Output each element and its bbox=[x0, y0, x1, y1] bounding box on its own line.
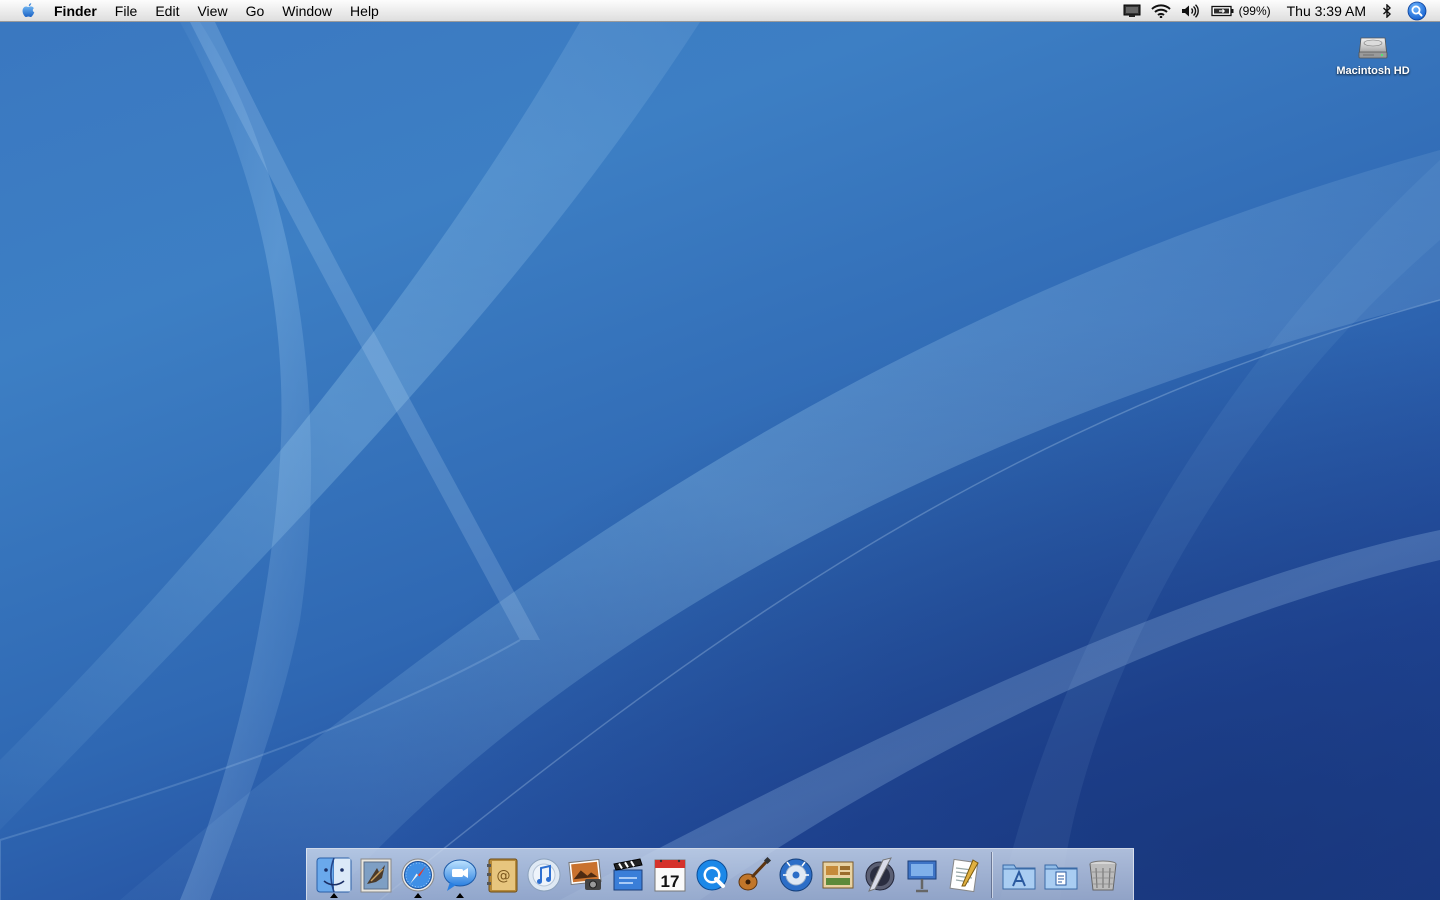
applications-folder-icon bbox=[1002, 864, 1036, 889]
dock-item-pages[interactable] bbox=[943, 852, 985, 898]
itunes-icon bbox=[527, 858, 561, 891]
quicktime-icon bbox=[696, 859, 728, 890]
menu-go[interactable]: Go bbox=[237, 0, 274, 22]
garageband-icon bbox=[738, 856, 772, 890]
imovie-icon bbox=[613, 857, 643, 890]
iweb-icon bbox=[822, 861, 854, 888]
desktop-icon-macintosh-hd[interactable]: Macintosh HD bbox=[1330, 28, 1416, 77]
trash-icon bbox=[1089, 860, 1117, 890]
documents-folder-icon bbox=[1044, 864, 1078, 889]
dock-item-finder[interactable] bbox=[313, 852, 355, 898]
dock-item-iweb[interactable] bbox=[817, 852, 859, 898]
dock-item-garageband[interactable] bbox=[733, 852, 775, 898]
dock-item-ichat[interactable] bbox=[439, 852, 481, 898]
wifi-icon[interactable] bbox=[1146, 0, 1176, 22]
dock-item-idvd[interactable] bbox=[775, 852, 817, 898]
desktop: Finder File Edit View Go Window Help (99… bbox=[0, 0, 1440, 900]
volume-icon[interactable] bbox=[1176, 0, 1206, 22]
menu-window[interactable]: Window bbox=[273, 0, 341, 22]
ical-date: 17 bbox=[661, 872, 680, 891]
ichat-icon bbox=[443, 859, 477, 891]
menu-edit[interactable]: Edit bbox=[146, 0, 188, 22]
address-book-icon: @ bbox=[487, 858, 518, 892]
dock-item-quicktime[interactable] bbox=[691, 852, 733, 898]
bluetooth-icon[interactable] bbox=[1377, 0, 1397, 22]
menu-clock[interactable]: Thu 3:39 AM bbox=[1275, 3, 1377, 19]
desktop-icon-label: Macintosh HD bbox=[1336, 65, 1410, 77]
dock-item-keynote[interactable] bbox=[901, 852, 943, 898]
mail-icon bbox=[360, 858, 392, 892]
battery-percentage[interactable]: (99%) bbox=[1237, 4, 1275, 18]
running-indicator bbox=[330, 892, 338, 898]
dock-item-ical[interactable]: 17 bbox=[649, 852, 691, 898]
dock-item-address-book[interactable]: @ bbox=[481, 852, 523, 898]
menu-bar: Finder File Edit View Go Window Help (99… bbox=[0, 0, 1440, 22]
hard-drive-icon bbox=[1358, 37, 1388, 59]
idvd-icon bbox=[779, 858, 813, 891]
dock-item-safari[interactable] bbox=[397, 852, 439, 898]
menu-app-finder[interactable]: Finder bbox=[48, 0, 106, 22]
keynote-icon bbox=[907, 860, 937, 892]
dock: @ 17 bbox=[306, 848, 1134, 900]
running-indicator bbox=[456, 892, 464, 898]
dock-item-aperture[interactable] bbox=[859, 852, 901, 898]
dock-item-trash[interactable] bbox=[1082, 852, 1124, 898]
iphoto-icon bbox=[568, 858, 602, 890]
battery-icon[interactable] bbox=[1206, 0, 1237, 22]
dock-item-applications[interactable] bbox=[998, 852, 1040, 898]
safari-icon bbox=[401, 858, 435, 891]
dock-item-documents[interactable] bbox=[1040, 852, 1082, 898]
dock-item-imovie[interactable] bbox=[607, 852, 649, 898]
menu-file[interactable]: File bbox=[106, 0, 147, 22]
display-mirroring-icon[interactable] bbox=[1118, 0, 1146, 22]
dock-separator bbox=[991, 851, 992, 898]
finder-icon bbox=[316, 857, 352, 892]
dock-item-iphoto[interactable] bbox=[565, 852, 607, 898]
wallpaper bbox=[0, 0, 1440, 900]
menu-help[interactable]: Help bbox=[341, 0, 388, 22]
running-indicator bbox=[414, 892, 422, 898]
svg-text:@: @ bbox=[497, 868, 511, 884]
apple-icon[interactable] bbox=[8, 0, 48, 22]
spotlight-icon[interactable] bbox=[1397, 0, 1432, 22]
dock-item-itunes[interactable] bbox=[523, 852, 565, 898]
dock-item-mail[interactable] bbox=[355, 852, 397, 898]
aperture-icon bbox=[865, 856, 895, 892]
ical-icon: 17 bbox=[654, 859, 686, 891]
pages-icon bbox=[949, 858, 979, 892]
menu-view[interactable]: View bbox=[188, 0, 236, 22]
